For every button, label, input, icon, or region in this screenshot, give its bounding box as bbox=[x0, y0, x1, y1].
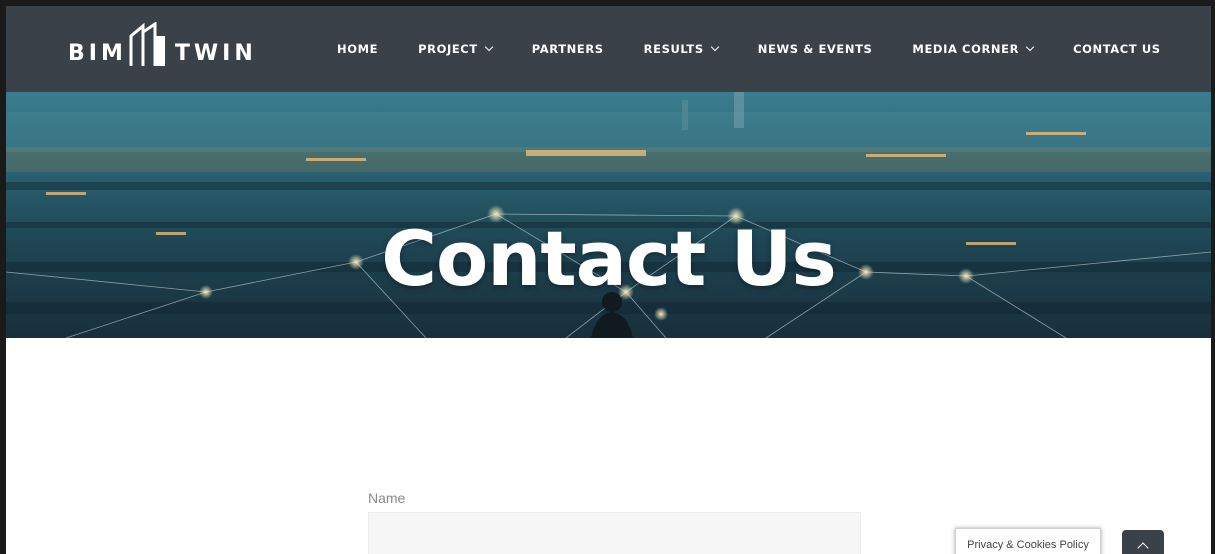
main-nav: HOME PROJECT PARTNERS RESULTS NEWS & EVE… bbox=[337, 6, 1201, 92]
logo-text-left: BIM bbox=[68, 41, 127, 66]
name-input[interactable] bbox=[368, 512, 861, 554]
nav-contact-us-label: CONTACT US bbox=[1073, 42, 1161, 56]
chevron-down-icon bbox=[484, 42, 494, 52]
nav-contact-us[interactable]: CONTACT US bbox=[1073, 42, 1161, 56]
nav-results-label: RESULTS bbox=[643, 42, 704, 56]
nav-project-label: PROJECT bbox=[418, 42, 478, 56]
nav-home[interactable]: HOME bbox=[337, 42, 378, 56]
site-header: BIM TWIN HOME PROJECT PARTNERS RESULTS N… bbox=[6, 6, 1211, 92]
nav-project[interactable]: PROJECT bbox=[418, 42, 494, 56]
page-frame: BIM TWIN HOME PROJECT PARTNERS RESULTS N… bbox=[0, 0, 1215, 554]
nav-partners[interactable]: PARTNERS bbox=[532, 42, 604, 56]
nav-home-label: HOME bbox=[337, 42, 379, 56]
nav-media-corner-label: MEDIA CORNER bbox=[912, 42, 1020, 56]
nav-news-events[interactable]: NEWS & EVENTS bbox=[758, 42, 873, 56]
chevron-up-icon bbox=[1137, 541, 1149, 554]
building-icon bbox=[129, 22, 165, 66]
page-title: Contact Us bbox=[381, 214, 837, 303]
privacy-cookies-label: Privacy & Cookies Policy bbox=[967, 538, 1089, 551]
privacy-cookies-button[interactable]: Privacy & Cookies Policy bbox=[955, 528, 1101, 554]
site-logo[interactable]: BIM TWIN bbox=[68, 8, 257, 88]
scroll-to-top-button[interactable] bbox=[1122, 530, 1164, 554]
nav-news-events-label: NEWS & EVENTS bbox=[757, 42, 873, 56]
nav-results[interactable]: RESULTS bbox=[643, 42, 720, 56]
chevron-down-icon bbox=[1025, 42, 1035, 52]
nav-media-corner[interactable]: MEDIA CORNER bbox=[912, 42, 1035, 56]
logo-text-right: TWIN bbox=[174, 41, 257, 66]
chevron-down-icon bbox=[710, 42, 720, 52]
name-label: Name bbox=[368, 490, 406, 506]
hero-banner: Contact Us bbox=[6, 92, 1211, 338]
nav-partners-label: PARTNERS bbox=[531, 42, 604, 56]
